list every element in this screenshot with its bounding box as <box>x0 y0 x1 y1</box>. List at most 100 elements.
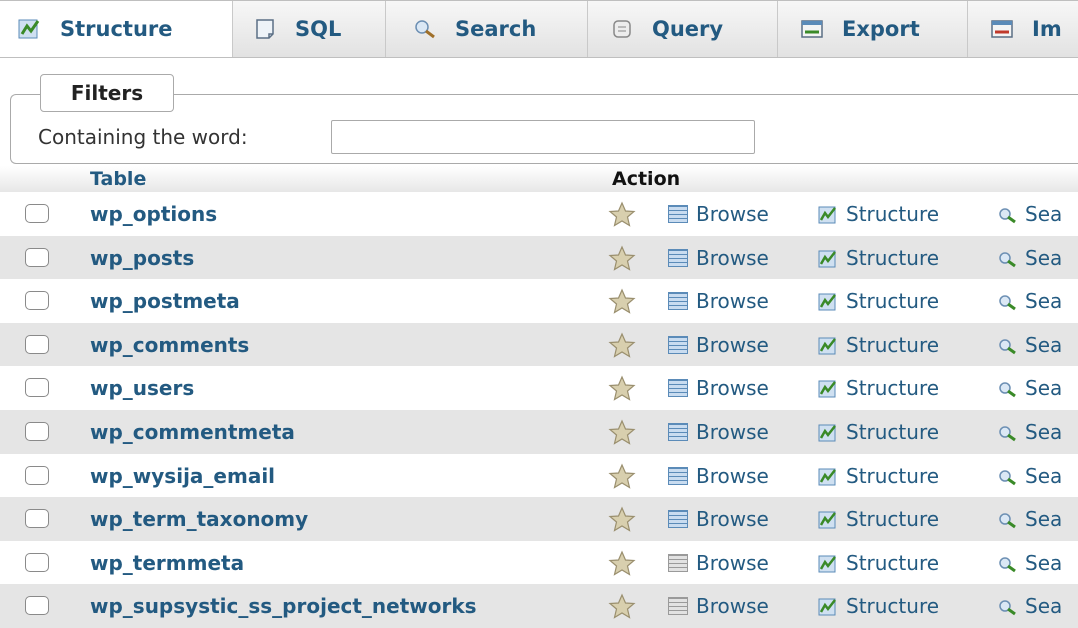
filters-legend: Filters <box>40 74 174 112</box>
search-action[interactable]: Sea <box>997 420 1062 444</box>
browse-action[interactable]: Browse <box>668 420 769 444</box>
table-name-link[interactable]: wp_postmeta <box>90 289 240 313</box>
structure-label: Structure <box>846 463 940 488</box>
favorite-star-icon[interactable] <box>608 288 636 314</box>
tab-bar: Structure SQL Search Query Export Im <box>0 0 1078 58</box>
structure-action[interactable]: Structure <box>818 464 939 488</box>
search-action[interactable]: Sea <box>997 246 1062 270</box>
tab-search[interactable]: Search <box>386 1 588 57</box>
column-header-action: Action <box>612 168 681 190</box>
favorite-star-icon[interactable] <box>608 245 636 271</box>
structure-action[interactable]: Structure <box>818 594 939 618</box>
favorite-star-icon[interactable] <box>608 419 636 445</box>
tab-label: SQL <box>295 17 342 41</box>
browse-label: Browse <box>696 332 769 357</box>
browse-icon <box>668 248 688 267</box>
structure-action[interactable]: Structure <box>818 551 939 575</box>
tab-structure[interactable]: Structure <box>0 1 233 57</box>
table-row: wp_wysija_email Browse Structure Sea <box>0 453 1078 498</box>
table-name-link[interactable]: wp_users <box>90 376 194 400</box>
tab-sql[interactable]: SQL <box>233 1 386 57</box>
browse-action[interactable]: Browse <box>668 551 769 575</box>
structure-action[interactable]: Structure <box>818 289 939 313</box>
row-checkbox[interactable] <box>25 552 49 572</box>
structure-label: Structure <box>846 245 940 270</box>
search-icon <box>997 292 1017 311</box>
search-icon <box>997 336 1017 355</box>
favorite-star-icon[interactable] <box>608 463 636 489</box>
search-action[interactable]: Sea <box>997 202 1062 226</box>
favorite-star-icon[interactable] <box>608 201 636 227</box>
browse-icon <box>668 292 688 311</box>
favorite-star-icon[interactable] <box>608 375 636 402</box>
table-name-link[interactable]: wp_comments <box>90 333 249 357</box>
search-action[interactable]: Sea <box>997 289 1062 313</box>
structure-action[interactable]: Structure <box>818 507 939 531</box>
search-label: Sea <box>1025 420 1063 444</box>
tab-label: Search <box>455 17 537 41</box>
favorite-star-icon[interactable] <box>608 506 636 532</box>
structure-icon <box>818 510 838 529</box>
structure-label: Structure <box>846 507 940 532</box>
browse-action[interactable]: Browse <box>668 202 769 226</box>
structure-action[interactable]: Structure <box>818 246 939 270</box>
search-icon <box>997 510 1017 529</box>
browse-action[interactable]: Browse <box>668 333 769 357</box>
structure-action[interactable]: Structure <box>818 420 939 444</box>
row-checkbox[interactable] <box>25 334 49 354</box>
table-name-link[interactable]: wp_termmeta <box>90 551 244 575</box>
search-label: Sea <box>1025 550 1063 575</box>
favorite-star-icon[interactable] <box>608 593 636 620</box>
search-action[interactable]: Sea <box>997 551 1062 575</box>
row-checkbox[interactable] <box>25 378 49 398</box>
browse-action[interactable]: Browse <box>668 507 769 531</box>
sql-icon <box>253 18 277 40</box>
structure-action[interactable]: Structure <box>818 333 939 357</box>
structure-icon <box>818 379 838 398</box>
favorite-star-icon[interactable] <box>608 550 636 576</box>
row-checkbox[interactable] <box>25 465 49 485</box>
browse-action[interactable]: Browse <box>668 464 769 488</box>
search-action[interactable]: Sea <box>997 594 1062 618</box>
table-name-link[interactable]: wp_commentmeta <box>90 420 295 444</box>
search-action[interactable]: Sea <box>997 507 1062 531</box>
browse-icon <box>668 335 688 354</box>
row-checkbox[interactable] <box>25 422 49 441</box>
browse-label: Browse <box>696 594 769 619</box>
row-checkbox[interactable] <box>25 291 49 311</box>
tab-import[interactable]: Im <box>968 1 1078 57</box>
row-checkbox[interactable] <box>25 509 49 529</box>
table-header: Table Action <box>0 166 1078 192</box>
structure-label: Structure <box>846 289 940 314</box>
row-checkbox[interactable] <box>25 247 49 267</box>
table-name-link[interactable]: wp_term_taxonomy <box>90 507 308 531</box>
structure-action[interactable]: Structure <box>818 202 939 226</box>
search-label: Sea <box>1025 245 1063 270</box>
filter-input[interactable] <box>331 120 755 154</box>
table-row: wp_termmeta Browse Structure Sea <box>0 540 1078 585</box>
search-action[interactable]: Sea <box>997 376 1062 400</box>
browse-action[interactable]: Browse <box>668 594 769 618</box>
query-icon <box>610 18 634 40</box>
search-action[interactable]: Sea <box>997 333 1062 357</box>
import-icon <box>990 18 1014 40</box>
browse-action[interactable]: Browse <box>668 246 769 270</box>
column-header-table[interactable]: Table <box>90 168 146 190</box>
browse-action[interactable]: Browse <box>668 376 769 400</box>
structure-label: Structure <box>846 594 940 619</box>
table-name-link[interactable]: wp_posts <box>90 246 194 270</box>
table-name-link[interactable]: wp_options <box>90 202 217 226</box>
structure-action[interactable]: Structure <box>818 376 939 400</box>
search-action[interactable]: Sea <box>997 464 1062 488</box>
browse-label: Browse <box>696 245 769 270</box>
table-name-link[interactable]: wp_supsystic_ss_project_networks <box>90 594 477 618</box>
row-checkbox[interactable] <box>25 596 49 616</box>
favorite-star-icon[interactable] <box>608 332 636 358</box>
structure-icon <box>818 554 838 573</box>
browse-action[interactable]: Browse <box>668 289 769 313</box>
browse-icon <box>668 423 688 441</box>
row-checkbox[interactable] <box>25 204 49 223</box>
tab-query[interactable]: Query <box>588 1 778 57</box>
tab-export[interactable]: Export <box>778 1 968 57</box>
table-name-link[interactable]: wp_wysija_email <box>90 464 275 488</box>
